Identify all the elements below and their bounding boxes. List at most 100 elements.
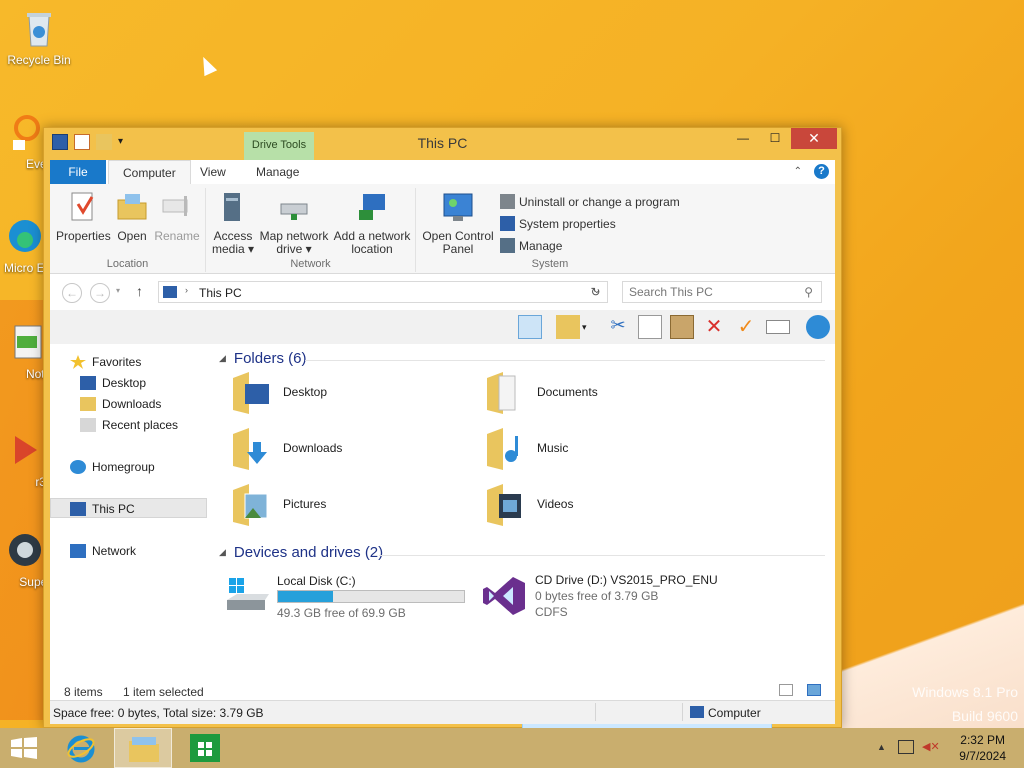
music-folder-icon bbox=[487, 428, 518, 470]
globe-icon[interactable] bbox=[806, 315, 830, 339]
open-control-panel-button[interactable]: Open Control Panel bbox=[420, 190, 496, 256]
cut-icon[interactable]: ✂ bbox=[606, 315, 630, 339]
taskbar-file-explorer[interactable] bbox=[114, 728, 172, 768]
back-button[interactable]: ← bbox=[62, 283, 82, 303]
open-button[interactable]: Open bbox=[112, 190, 152, 243]
navigation-pane: Favorites Desktop Downloads Recent place… bbox=[50, 344, 210, 680]
volume-muted-icon[interactable]: ◀✕ bbox=[922, 740, 940, 754]
checkmark-icon[interactable]: ✓ bbox=[734, 315, 758, 339]
tab-file[interactable]: File bbox=[50, 160, 106, 184]
uninstall-program-button[interactable]: Uninstall or change a program bbox=[500, 194, 680, 209]
minimize-button[interactable]: — bbox=[727, 128, 759, 149]
ribbon-group-location: Properties Open Rename Location bbox=[50, 188, 206, 272]
rename-icon[interactable] bbox=[766, 320, 790, 334]
tab-view[interactable]: View bbox=[186, 160, 240, 184]
ribbon-group-label: Location bbox=[106, 258, 149, 270]
properties-icon bbox=[71, 192, 94, 221]
hard-drive-icon bbox=[227, 578, 269, 610]
documents-folder-icon bbox=[487, 372, 516, 414]
properties-button[interactable]: Properties bbox=[56, 190, 111, 243]
network-location-icon bbox=[359, 194, 385, 220]
forward-button[interactable]: → bbox=[90, 283, 110, 303]
status-bar: Space free: 0 bytes, Total size: 3.79 GB… bbox=[50, 700, 835, 724]
details-view-icon[interactable] bbox=[779, 684, 793, 696]
chevron-down-icon[interactable]: ▾ bbox=[582, 315, 592, 339]
nav-item-favorites[interactable]: Favorites bbox=[70, 352, 141, 372]
access-media-button[interactable]: Access media ▾ bbox=[210, 190, 256, 256]
computer-icon bbox=[70, 502, 86, 516]
desktop-icon-recycle-bin[interactable]: Recycle Bin bbox=[4, 8, 74, 67]
computer-management-icon bbox=[500, 238, 515, 253]
add-network-location-button[interactable]: Add a network location bbox=[332, 190, 412, 256]
store-icon bbox=[190, 734, 220, 762]
rename-icon bbox=[162, 196, 188, 216]
explorer-window: ▾ Drive Tools This PC — ☐ ✕ File Compute… bbox=[43, 127, 842, 748]
folder-music[interactable]: Music bbox=[471, 424, 711, 474]
folder-videos[interactable]: Videos bbox=[471, 480, 711, 530]
chevron-up-icon[interactable]: ⌃ bbox=[794, 166, 802, 177]
manage-button[interactable]: Manage bbox=[500, 238, 562, 253]
folder-desktop[interactable]: Desktop bbox=[217, 368, 457, 418]
copy-icon[interactable] bbox=[638, 315, 662, 339]
recent-locations-icon[interactable]: ▾ bbox=[116, 286, 120, 295]
tab-manage[interactable]: Manage bbox=[242, 160, 313, 184]
folder-documents[interactable]: Documents bbox=[471, 368, 711, 418]
drive-cd-d-content[interactable]: CD Drive (D:) VS2015_PRO_ENU 0 bytes fre… bbox=[479, 571, 727, 621]
collapse-arrow-icon[interactable]: ◢ bbox=[219, 353, 226, 364]
folder-pictures[interactable]: Pictures bbox=[217, 480, 457, 530]
breadcrumb-chevron-icon[interactable]: › bbox=[185, 285, 188, 295]
rename-button[interactable]: Rename bbox=[154, 190, 200, 243]
ribbon-group-network: Access media ▾ Map network drive ▾ Add a… bbox=[206, 188, 416, 272]
paste-icon[interactable] bbox=[670, 315, 694, 339]
folder-downloads[interactable]: Downloads bbox=[217, 424, 457, 474]
folder-options-icon[interactable] bbox=[556, 315, 580, 339]
drive-local-disk-c[interactable]: Local Disk (C:) 49.3 GB free of 69.9 GB bbox=[221, 570, 471, 620]
homegroup-icon bbox=[70, 460, 86, 474]
search-icon: ⚲ bbox=[804, 285, 813, 299]
nav-item-downloads[interactable]: Downloads bbox=[80, 394, 161, 414]
start-button[interactable] bbox=[0, 728, 58, 768]
close-button[interactable]: ✕ bbox=[791, 128, 837, 149]
folders-section-header[interactable]: ◢ Folders (6) bbox=[219, 350, 306, 367]
maximize-button[interactable]: ☐ bbox=[759, 128, 791, 149]
address-bar[interactable]: › This PC ⌄ bbox=[158, 281, 608, 303]
edge-icon bbox=[9, 220, 41, 252]
network-tray-icon[interactable] bbox=[898, 740, 914, 754]
title-bar[interactable]: ▾ Drive Tools This PC — ☐ ✕ bbox=[44, 128, 841, 160]
taskbar-store[interactable] bbox=[176, 728, 234, 768]
collapse-arrow-icon[interactable]: ◢ bbox=[219, 547, 226, 558]
help-icon[interactable]: ? bbox=[814, 164, 829, 179]
search-input[interactable]: Search This PC ⚲ bbox=[622, 281, 822, 303]
desktop-folder-icon bbox=[233, 372, 269, 414]
address-bar-row: ← → ▾ ↑ › This PC ⌄ ↻ Search This PC ⚲ bbox=[50, 274, 835, 310]
tab-computer[interactable]: Computer bbox=[108, 160, 191, 184]
show-hidden-icons-icon[interactable]: ▲ bbox=[877, 742, 886, 752]
system-properties-button[interactable]: System properties bbox=[500, 216, 616, 231]
ribbon-group-label: Network bbox=[290, 258, 331, 270]
nav-item-this-pc[interactable]: This PC bbox=[70, 499, 135, 519]
refresh-button[interactable]: ↻ bbox=[584, 281, 608, 303]
network-drive-icon bbox=[280, 203, 308, 220]
drive-usage-bar bbox=[277, 590, 465, 603]
desktop-icon bbox=[80, 376, 96, 390]
up-arrow-icon[interactable]: ↑ bbox=[136, 283, 143, 299]
large-icons-view-icon[interactable] bbox=[807, 684, 821, 696]
nav-item-homegroup[interactable]: Homegroup bbox=[70, 457, 155, 477]
computer-icon bbox=[690, 706, 704, 718]
preview-pane-button[interactable] bbox=[518, 315, 542, 339]
section-divider bbox=[379, 555, 825, 556]
map-network-drive-button[interactable]: Map network drive ▾ bbox=[258, 190, 330, 256]
ribbon: Properties Open Rename Location Access m… bbox=[50, 184, 835, 274]
videos-folder-icon bbox=[487, 484, 521, 526]
nav-item-desktop[interactable]: Desktop bbox=[80, 373, 146, 393]
breadcrumb-this-pc[interactable]: This PC bbox=[199, 286, 242, 300]
delete-icon[interactable]: ✕ bbox=[702, 315, 726, 339]
devices-section-header[interactable]: ◢ Devices and drives (2) bbox=[219, 544, 383, 561]
nav-item-network[interactable]: Network bbox=[70, 541, 136, 561]
app-icon bbox=[9, 534, 41, 566]
window-title: This PC bbox=[417, 135, 468, 151]
nav-item-recent-places[interactable]: Recent places bbox=[80, 415, 178, 435]
system-clock[interactable]: 2:32 PM 9/7/2024 bbox=[959, 732, 1006, 764]
taskbar-internet-explorer[interactable] bbox=[54, 728, 112, 768]
programs-icon bbox=[500, 194, 515, 209]
